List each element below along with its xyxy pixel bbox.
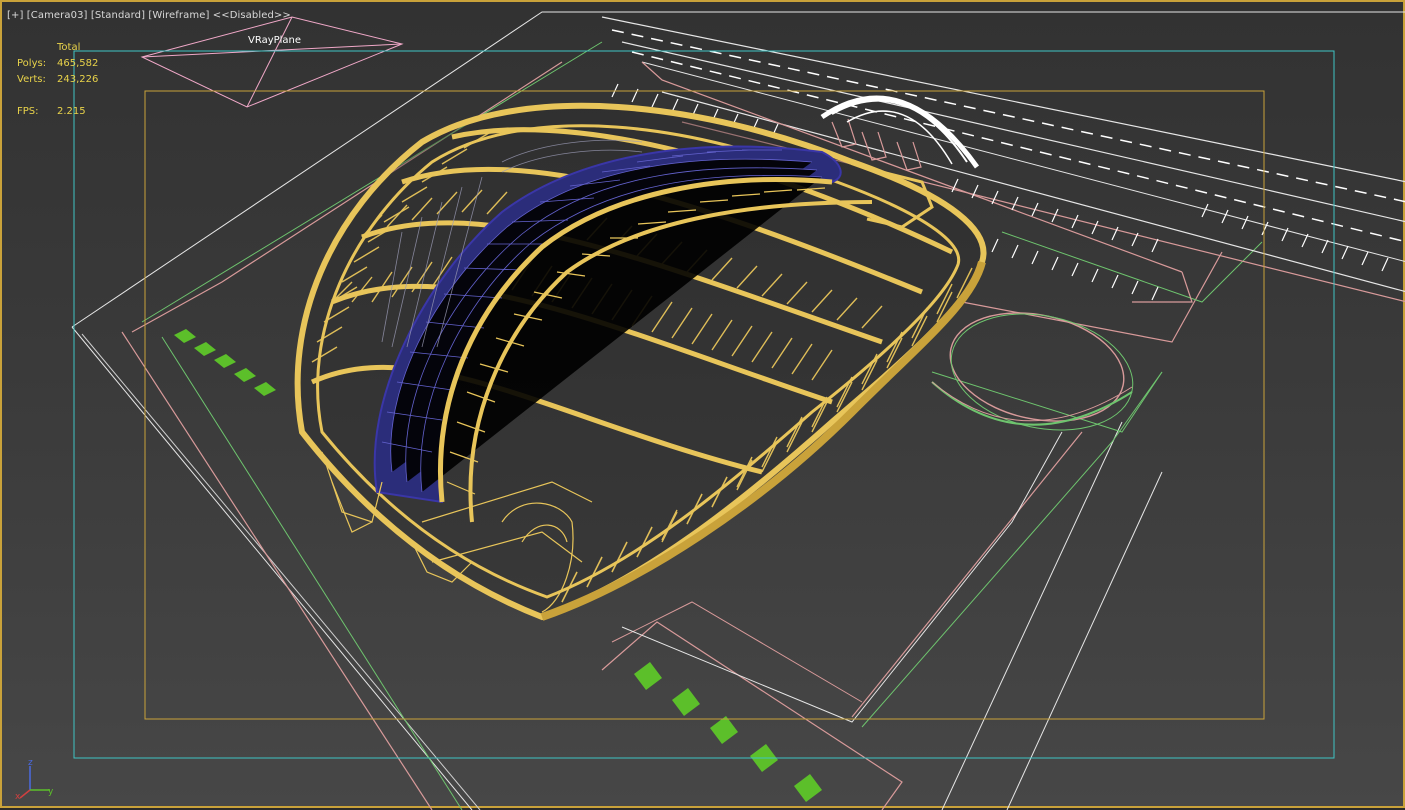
axis-x-label: x (15, 792, 21, 802)
stats-verts-value: 243,226 (57, 74, 99, 85)
viewport-label-menu: [+] [Camera03] [Standard] [Wireframe] <<… (7, 10, 291, 21)
axis-y-label: y (48, 787, 54, 797)
viewport-shading-menu[interactable]: [Wireframe] (148, 10, 209, 21)
stats-polys-value: 465,582 (57, 58, 99, 69)
viewport-camera-menu[interactable]: [Camera03] (27, 10, 88, 21)
stats-verts-label: Verts: (17, 74, 46, 85)
viewport-plus-menu[interactable]: [+] (7, 10, 23, 21)
stats-polys-label: Polys: (17, 58, 47, 69)
stats-fps-label: FPS: (17, 106, 39, 117)
wireframe-scene[interactable]: z y x (2, 2, 1405, 810)
vray-plane-label: VRayPlane (248, 35, 302, 46)
viewport-3d[interactable]: z y x [+] [Camera03] [Standard] [Wirefra… (0, 0, 1405, 810)
stats-fps-value: 2.215 (57, 106, 86, 117)
viewport-standard-menu[interactable]: [Standard] (91, 10, 145, 21)
stats-total-label: Total (57, 42, 81, 53)
viewport-disabled-label[interactable]: <<Disabled>> (213, 10, 291, 21)
axis-z-label: z (28, 758, 33, 768)
axis-gizmo: z y x (15, 758, 54, 802)
stadium-structure (294, 102, 987, 621)
